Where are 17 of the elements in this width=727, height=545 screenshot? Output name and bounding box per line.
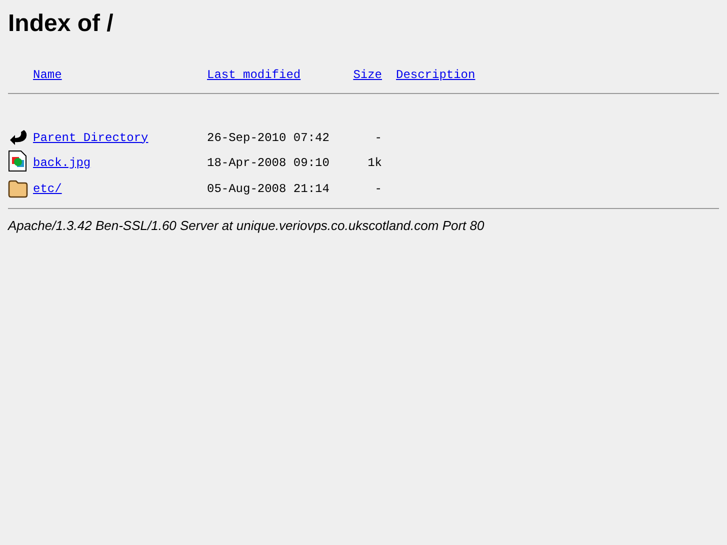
file-link[interactable]: back.jpg — [33, 156, 91, 170]
file-size: - — [374, 130, 382, 146]
folder-icon — [8, 180, 28, 198]
column-header-link[interactable]: Description — [396, 68, 476, 82]
file-size: - — [374, 180, 382, 198]
column-header-link[interactable]: Last modified — [207, 68, 301, 82]
file-link[interactable]: Parent Directory — [33, 130, 148, 144]
image-file-icon — [8, 150, 28, 172]
column-header-link[interactable]: Name — [33, 68, 62, 82]
file-size: 1k — [368, 155, 382, 172]
modified-date: 18-Apr-2008 09:10 — [207, 155, 330, 172]
modified-date: 26-Sep-2010 07:42 — [207, 130, 330, 146]
modified-date: 05-Aug-2008 21:14 — [207, 180, 330, 198]
file-link[interactable]: etc/ — [33, 182, 62, 196]
column-header-link[interactable]: Size — [353, 66, 382, 84]
page-title: Index of / — [8, 9, 114, 39]
server-signature: Apache/1.3.42 Ben-SSL/1.60 Server at unique.veriovps.co.ukscotland.com Port 80 — [8, 216, 484, 235]
